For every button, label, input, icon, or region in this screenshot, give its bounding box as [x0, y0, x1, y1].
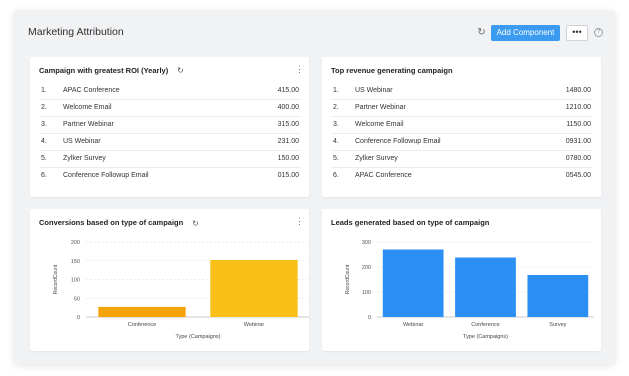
- y-tick-label: 200: [71, 240, 80, 246]
- revenue-widget: Top revenue generating campaign 1. US We…: [322, 57, 601, 197]
- bar-conference: [455, 257, 516, 317]
- refresh-icon[interactable]: ↻: [476, 27, 487, 38]
- x-tick-label: Conference: [128, 322, 156, 328]
- x-tick-label: Survey: [549, 322, 566, 328]
- widget-title: Top revenue generating campaign: [331, 66, 453, 75]
- row-value: 150.00: [277, 155, 299, 162]
- vertical-dots-icon[interactable]: ⋮: [295, 64, 304, 74]
- refresh-icon[interactable]: ↻: [176, 66, 185, 75]
- row-rank: 3.: [41, 121, 47, 128]
- x-axis-label: Type (Campaigns): [176, 334, 221, 340]
- bar-webinar: [382, 249, 444, 317]
- leads-widget: Leads generated based on type of campaig…: [322, 209, 601, 351]
- x-tick-label: Webinar: [244, 322, 265, 328]
- row-value: 0931.00: [565, 138, 591, 145]
- y-tick-label: 150: [71, 259, 80, 265]
- table-row: 4. Conference Followup Email 0931.00: [331, 134, 593, 151]
- row-value: 0780.00: [565, 155, 591, 162]
- roi-widget: Campaign with greatest ROI (Yearly) ↻ ⋮ …: [30, 57, 309, 197]
- row-value: 400.00: [277, 104, 299, 111]
- row-value: 315.00: [277, 121, 299, 128]
- table-row: 1. US Webinar 1480.00: [331, 83, 593, 100]
- y-tick-label: 100: [71, 278, 80, 284]
- y-tick-label: 0: [77, 315, 80, 321]
- row-rank: 6.: [333, 172, 339, 179]
- row-value: 1210.00: [565, 104, 591, 111]
- table-row: 6. APAC Conference 0545.00: [331, 168, 593, 185]
- row-rank: 1.: [333, 87, 339, 94]
- row-rank: 4.: [41, 138, 47, 145]
- row-rank: 5.: [333, 155, 339, 162]
- y-tick-label: 200: [362, 265, 371, 271]
- y-tick-label: 300: [362, 240, 371, 246]
- dashboard-frame: Marketing Attribution ↻ Add Component ••…: [14, 10, 615, 364]
- y-axis-label: RecordCount: [53, 264, 59, 294]
- row-rank: 6.: [41, 172, 47, 179]
- row-name: Zylker Survey: [63, 155, 106, 162]
- y-axis-label: RecordCount: [345, 264, 351, 294]
- x-tick-label: Conference: [471, 322, 499, 328]
- row-rank: 1.: [41, 87, 47, 94]
- y-tick-label: 0: [368, 315, 371, 321]
- table-row: 3. Welcome Email 1150.00: [331, 117, 593, 134]
- add-component-button[interactable]: Add Component: [491, 25, 560, 41]
- x-tick-label: Webinar: [403, 322, 424, 328]
- page-title: Marketing Attribution: [28, 26, 124, 38]
- y-tick-label: 50: [74, 296, 80, 302]
- table-row: 2. Partner Webinar 1210.00: [331, 100, 593, 117]
- row-name: Partner Webinar: [355, 104, 406, 111]
- row-name: Conference Followup Email: [63, 172, 149, 179]
- table-row: 5. Zylker Survey 150.00: [39, 151, 301, 168]
- x-axis-label: Type (Campaigns): [463, 334, 508, 340]
- table-row: 1. APAC Conference 415.00: [39, 83, 301, 100]
- row-name: APAC Conference: [63, 87, 120, 94]
- row-name: Zylker Survey: [355, 155, 398, 162]
- bar-webinar: [210, 260, 298, 317]
- table-row: 3. Partner Webinar 315.00: [39, 117, 301, 134]
- table-row: 4. US Webinar 231.00: [39, 134, 301, 151]
- help-icon[interactable]: ?: [594, 28, 603, 37]
- bar-survey: [527, 275, 589, 317]
- row-rank: 3.: [333, 121, 339, 128]
- y-tick-label: 100: [362, 290, 371, 296]
- row-value: 1150.00: [566, 121, 591, 128]
- row-rank: 2.: [333, 104, 339, 111]
- row-name: Welcome Email: [63, 104, 112, 111]
- row-value: 0545.00: [565, 172, 591, 179]
- leads-chart: 0 100 200 300 Webinar Conference Survey Type (C…: [345, 240, 594, 340]
- row-value: 231.00: [277, 138, 299, 145]
- table-row: 2. Welcome Email 400.00: [39, 100, 301, 117]
- widget-title: Campaign with greatest ROI (Yearly): [39, 66, 169, 75]
- row-name: US Webinar: [355, 87, 393, 94]
- row-rank: 4.: [333, 138, 339, 145]
- row-rank: 2.: [41, 104, 47, 111]
- row-name: APAC Conference: [355, 172, 412, 179]
- row-value: 1480.00: [565, 87, 591, 94]
- row-rank: 5.: [41, 155, 47, 162]
- table-row: 5. Zylker Survey 0780.00: [331, 151, 593, 168]
- row-name: Welcome Email: [355, 121, 404, 128]
- bar-conference: [98, 306, 186, 317]
- row-name: Partner Webinar: [63, 121, 114, 128]
- row-value: 415.00: [277, 87, 299, 94]
- conversions-widget: Conversions based on type of campaign ↻ …: [30, 209, 309, 351]
- row-name: US Webinar: [63, 138, 101, 145]
- row-value: 015.00: [277, 172, 299, 179]
- conversions-chart: 0 50 100 150 200 Conference Webinar Type (Campa…: [53, 240, 309, 340]
- table-row: 6. Conference Followup Email 015.00: [39, 168, 301, 185]
- row-name: Conference Followup Email: [355, 138, 441, 145]
- more-options-button[interactable]: •••: [566, 25, 588, 41]
